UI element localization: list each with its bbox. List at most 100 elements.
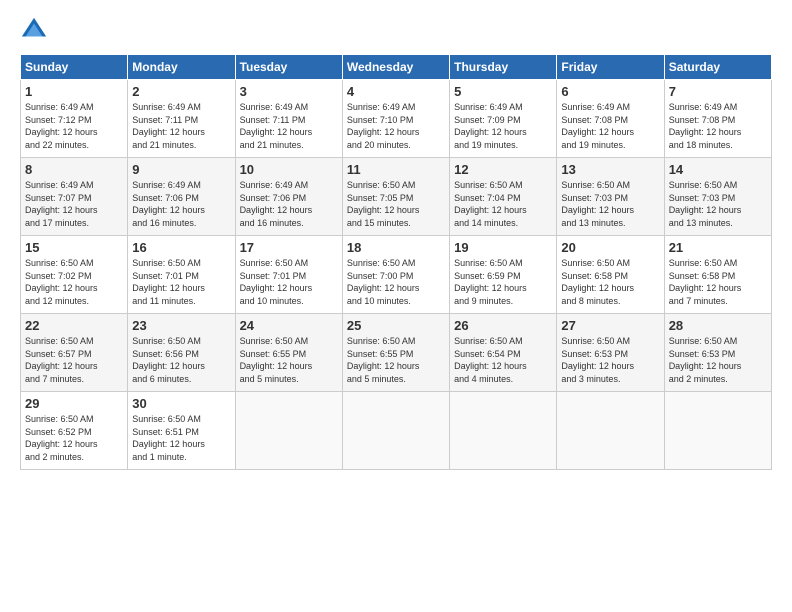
day-number: 5 [454,84,552,99]
day-info: Sunrise: 6:50 AM Sunset: 6:54 PM Dayligh… [454,335,552,385]
day-number: 27 [561,318,659,333]
header [20,16,772,44]
weekday-header-friday: Friday [557,55,664,80]
day-number: 29 [25,396,123,411]
day-number: 17 [240,240,338,255]
page: SundayMondayTuesdayWednesdayThursdayFrid… [0,0,792,612]
week-row-1: 8 Sunrise: 6:49 AM Sunset: 7:07 PM Daylig… [21,158,772,236]
day-info: Sunrise: 6:50 AM Sunset: 6:52 PM Dayligh… [25,413,123,463]
calendar-cell: 4Sunrise: 6:49 AM Sunset: 7:10 PM Daylig… [342,80,449,158]
calendar-cell: 17 Sunrise: 6:50 AM Sunset: 7:01 PM Dayli… [235,236,342,314]
day-info: Sunrise: 6:49 AM Sunset: 7:11 PM Dayligh… [132,101,230,151]
day-info: Sunrise: 6:49 AM Sunset: 7:08 PM Dayligh… [669,101,767,151]
day-number: 18 [347,240,445,255]
calendar-cell: 21Sunrise: 6:50 AM Sunset: 6:58 PM Dayli… [664,236,771,314]
weekday-header-thursday: Thursday [450,55,557,80]
day-info: Sunrise: 6:50 AM Sunset: 7:00 PM Dayligh… [347,257,445,307]
calendar-cell: 2 Sunrise: 6:49 AM Sunset: 7:11 PM Daylig… [128,80,235,158]
day-number: 13 [561,162,659,177]
calendar-cell: 6 Sunrise: 6:49 AM Sunset: 7:08 PM Daylig… [557,80,664,158]
calendar-cell: 28 Sunrise: 6:50 AM Sunset: 6:53 PM Dayli… [664,314,771,392]
day-info: Sunrise: 6:50 AM Sunset: 7:03 PM Dayligh… [561,179,659,229]
day-info: Sunrise: 6:49 AM Sunset: 7:09 PM Dayligh… [454,101,552,151]
day-number: 9 [132,162,230,177]
day-number: 20 [561,240,659,255]
calendar-cell [664,392,771,470]
day-number: 22 [25,318,123,333]
day-info: Sunrise: 6:50 AM Sunset: 6:55 PM Dayligh… [240,335,338,385]
calendar-cell: 30Sunrise: 6:50 AM Sunset: 6:51 PM Dayli… [128,392,235,470]
day-info: Sunrise: 6:50 AM Sunset: 6:53 PM Dayligh… [561,335,659,385]
day-info: Sunrise: 6:49 AM Sunset: 7:12 PM Dayligh… [25,101,123,151]
calendar-cell: 20 Sunrise: 6:50 AM Sunset: 6:58 PM Dayli… [557,236,664,314]
calendar-cell: 22Sunrise: 6:50 AM Sunset: 6:57 PM Dayli… [21,314,128,392]
day-info: Sunrise: 6:50 AM Sunset: 7:02 PM Dayligh… [25,257,123,307]
week-row-3: 22Sunrise: 6:50 AM Sunset: 6:57 PM Dayli… [21,314,772,392]
day-number: 28 [669,318,767,333]
weekday-header-saturday: Saturday [664,55,771,80]
day-number: 3 [240,84,338,99]
day-number: 14 [669,162,767,177]
day-info: Sunrise: 6:49 AM Sunset: 7:07 PM Dayligh… [25,179,123,229]
day-info: Sunrise: 6:49 AM Sunset: 7:11 PM Dayligh… [240,101,338,151]
week-row-2: 15 Sunrise: 6:50 AM Sunset: 7:02 PM Dayli… [21,236,772,314]
logo-icon [20,16,48,44]
calendar-cell: 23 Sunrise: 6:50 AM Sunset: 6:56 PM Dayli… [128,314,235,392]
day-number: 19 [454,240,552,255]
weekday-header-tuesday: Tuesday [235,55,342,80]
day-info: Sunrise: 6:50 AM Sunset: 6:56 PM Dayligh… [132,335,230,385]
calendar-cell: 1 Sunrise: 6:49 AM Sunset: 7:12 PM Daylig… [21,80,128,158]
day-number: 6 [561,84,659,99]
calendar-cell: 29 Sunrise: 6:50 AM Sunset: 6:52 PM Dayli… [21,392,128,470]
day-number: 12 [454,162,552,177]
day-number: 11 [347,162,445,177]
day-number: 7 [669,84,767,99]
day-info: Sunrise: 6:49 AM Sunset: 7:08 PM Dayligh… [561,101,659,151]
calendar-cell: 8 Sunrise: 6:49 AM Sunset: 7:07 PM Daylig… [21,158,128,236]
calendar-cell [450,392,557,470]
day-info: Sunrise: 6:50 AM Sunset: 6:53 PM Dayligh… [669,335,767,385]
day-number: 16 [132,240,230,255]
day-info: Sunrise: 6:50 AM Sunset: 7:01 PM Dayligh… [132,257,230,307]
day-number: 8 [25,162,123,177]
calendar-cell: 9 Sunrise: 6:49 AM Sunset: 7:06 PM Daylig… [128,158,235,236]
day-info: Sunrise: 6:50 AM Sunset: 6:59 PM Dayligh… [454,257,552,307]
day-number: 10 [240,162,338,177]
week-row-0: 1 Sunrise: 6:49 AM Sunset: 7:12 PM Daylig… [21,80,772,158]
calendar-cell: 18 Sunrise: 6:50 AM Sunset: 7:00 PM Dayli… [342,236,449,314]
day-number: 25 [347,318,445,333]
day-info: Sunrise: 6:49 AM Sunset: 7:10 PM Dayligh… [347,101,445,151]
calendar-cell: 24 Sunrise: 6:50 AM Sunset: 6:55 PM Dayli… [235,314,342,392]
calendar-cell: 27 Sunrise: 6:50 AM Sunset: 6:53 PM Dayli… [557,314,664,392]
day-info: Sunrise: 6:50 AM Sunset: 7:03 PM Dayligh… [669,179,767,229]
day-number: 1 [25,84,123,99]
day-info: Sunrise: 6:50 AM Sunset: 7:04 PM Dayligh… [454,179,552,229]
day-info: Sunrise: 6:50 AM Sunset: 6:58 PM Dayligh… [561,257,659,307]
logo [20,16,52,44]
day-number: 24 [240,318,338,333]
calendar-cell: 13 Sunrise: 6:50 AM Sunset: 7:03 PM Dayli… [557,158,664,236]
day-info: Sunrise: 6:50 AM Sunset: 6:55 PM Dayligh… [347,335,445,385]
day-number: 15 [25,240,123,255]
weekday-header-row: SundayMondayTuesdayWednesdayThursdayFrid… [21,55,772,80]
day-info: Sunrise: 6:49 AM Sunset: 7:06 PM Dayligh… [240,179,338,229]
weekday-header-wednesday: Wednesday [342,55,449,80]
day-number: 2 [132,84,230,99]
calendar-cell: 14 Sunrise: 6:50 AM Sunset: 7:03 PM Dayli… [664,158,771,236]
calendar-cell: 11 Sunrise: 6:50 AM Sunset: 7:05 PM Dayli… [342,158,449,236]
calendar-cell: 10 Sunrise: 6:49 AM Sunset: 7:06 PM Dayli… [235,158,342,236]
day-info: Sunrise: 6:50 AM Sunset: 7:01 PM Dayligh… [240,257,338,307]
calendar-cell: 26 Sunrise: 6:50 AM Sunset: 6:54 PM Dayli… [450,314,557,392]
calendar-cell: 5 Sunrise: 6:49 AM Sunset: 7:09 PM Daylig… [450,80,557,158]
day-info: Sunrise: 6:50 AM Sunset: 7:05 PM Dayligh… [347,179,445,229]
calendar-cell: 15 Sunrise: 6:50 AM Sunset: 7:02 PM Dayli… [21,236,128,314]
weekday-header-sunday: Sunday [21,55,128,80]
day-info: Sunrise: 6:50 AM Sunset: 6:51 PM Dayligh… [132,413,230,463]
weekday-header-monday: Monday [128,55,235,80]
week-row-4: 29 Sunrise: 6:50 AM Sunset: 6:52 PM Dayli… [21,392,772,470]
calendar-cell: 3 Sunrise: 6:49 AM Sunset: 7:11 PM Daylig… [235,80,342,158]
day-number: 26 [454,318,552,333]
day-info: Sunrise: 6:49 AM Sunset: 7:06 PM Dayligh… [132,179,230,229]
calendar-table: SundayMondayTuesdayWednesdayThursdayFrid… [20,54,772,470]
day-number: 23 [132,318,230,333]
